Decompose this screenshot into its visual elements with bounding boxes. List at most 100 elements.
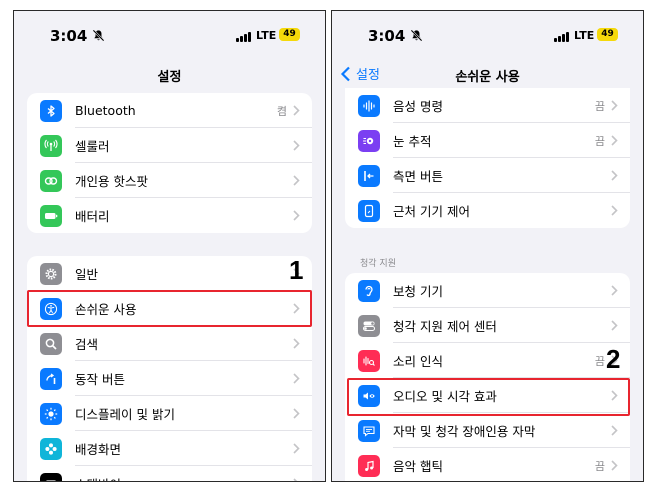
settings-item-action-button[interactable]: 동작 버튼 <box>27 361 312 396</box>
settings-item-hearing-devices[interactable]: 보청 기기 <box>345 273 630 308</box>
cellular-icon <box>40 134 62 157</box>
chevron-right-icon <box>293 373 300 384</box>
settings-item-wallpaper[interactable]: 배경화면 <box>27 431 312 466</box>
settings-item-cellular[interactable]: 셀룰러 <box>27 128 312 163</box>
ear-icon <box>358 279 380 302</box>
search-icon <box>40 332 62 355</box>
settings-item-label: 음성 명령 <box>393 99 443 114</box>
settings-item-value: 켬 <box>276 104 287 118</box>
settings-item-label: 동작 버튼 <box>75 372 125 387</box>
chevron-right-icon <box>611 170 618 181</box>
settings-item-label: 오디오 및 시각 효과 <box>393 389 497 404</box>
settings-item-value: 끔 <box>594 134 605 148</box>
settings-item-hotspot[interactable]: 개인용 핫스팟 <box>27 163 312 198</box>
settings-item-label: 측면 버튼 <box>393 169 443 184</box>
audio-visual-icon <box>358 384 380 407</box>
cellular-signal-icon <box>236 32 252 42</box>
battery-level: 49 <box>597 28 618 41</box>
settings-item-label: 음악 햅틱 <box>393 459 443 474</box>
chevron-right-icon <box>293 105 300 116</box>
chevron-right-icon <box>293 478 298 481</box>
settings-item-label: 청각 지원 제어 센터 <box>393 319 497 334</box>
settings-item-label: 일반 <box>75 267 99 282</box>
status-bar: 3:04 LTE 49 <box>14 11 325 57</box>
chevron-right-icon <box>611 390 618 401</box>
settings-item-label: 배터리 <box>75 209 110 224</box>
step-number: 2 <box>606 344 621 374</box>
settings-item-value: 끔 <box>594 99 605 113</box>
status-time: 3:04 <box>50 27 88 45</box>
settings-item-music-haptics[interactable]: 음악 햅틱 끔 <box>345 448 630 481</box>
chevron-right-icon <box>611 205 618 216</box>
sound-recognition-icon <box>358 349 380 372</box>
hotspot-icon <box>40 169 62 192</box>
settings-item-general[interactable]: 일반 <box>27 256 312 291</box>
standby-icon <box>40 472 62 481</box>
settings-screen: 3:04 LTE 49 설정 Bluetooth 켬 셀룰러 개인용 핫스팟 배… <box>13 10 326 482</box>
settings-item-label: 배경화면 <box>75 442 122 457</box>
nav-bar: 설정 손쉬운 사용 <box>332 61 643 87</box>
settings-item-accessibility[interactable]: 손쉬운 사용 <box>27 291 312 326</box>
chevron-right-icon <box>293 140 300 151</box>
settings-item-subtitles[interactable]: 자막 및 청각 장애인용 자막 <box>345 413 630 448</box>
settings-item-label: 근처 기기 제어 <box>393 204 470 219</box>
chevron-right-icon <box>293 303 300 314</box>
wallpaper-icon <box>40 437 62 460</box>
music-haptics-icon <box>358 454 380 477</box>
settings-group-interaction: 음성 명령 끔 눈 추적 끔 측면 버튼 근처 기기 제어 <box>345 88 630 228</box>
bluetooth-icon <box>40 99 62 122</box>
battery-icon <box>40 204 62 227</box>
nav-bar: 설정 <box>14 61 325 87</box>
sun-icon <box>40 402 62 425</box>
settings-group-connectivity: Bluetooth 켬 셀룰러 개인용 핫스팟 배터리 <box>27 93 312 233</box>
settings-item-label: 눈 추적 <box>393 134 432 149</box>
action-button-icon <box>40 367 62 390</box>
page-title: 설정 <box>157 70 182 85</box>
settings-item-battery[interactable]: 배터리 <box>27 198 312 233</box>
settings-item-sound-recognition[interactable]: 소리 인식 끔 <box>345 343 630 378</box>
toggles-icon <box>358 314 380 337</box>
settings-group-general: 일반 손쉬운 사용 검색 동작 버튼 디스플레이 및 밝기 배경화면 <box>27 256 312 481</box>
settings-item-audio-visual[interactable]: 오디오 및 시각 효과 <box>345 378 630 413</box>
chevron-right-icon <box>611 320 618 331</box>
chevron-right-icon <box>611 135 618 146</box>
status-bar: 3:04 LTE 49 <box>332 11 643 57</box>
chevron-right-icon <box>293 408 300 419</box>
settings-item-side-button[interactable]: 측면 버튼 <box>345 158 630 193</box>
settings-item-value: 끔 <box>594 459 605 473</box>
settings-item-standby[interactable]: 스탠바이 <box>27 466 312 481</box>
bell-slash-icon <box>410 29 423 42</box>
battery-level: 49 <box>279 28 300 41</box>
settings-item-label: 소리 인식 <box>393 354 443 369</box>
network-type: LTE <box>574 29 595 42</box>
cellular-signal-icon <box>554 32 570 42</box>
accessibility-icon <box>40 297 62 320</box>
settings-item-hearing-control-center[interactable]: 청각 지원 제어 센터 <box>345 308 630 343</box>
settings-item-label: 스탠바이 <box>75 474 293 481</box>
settings-item-label: 개인용 핫스팟 <box>75 174 148 189</box>
settings-item-label: 검색 <box>75 337 99 352</box>
settings-group-hearing: 보청 기기 청각 지원 제어 센터 소리 인식 끔 오디오 및 시각 효과 자막… <box>345 273 630 481</box>
settings-item-bluetooth[interactable]: Bluetooth 켬 <box>27 93 312 128</box>
settings-item-label: 보청 기기 <box>393 284 443 299</box>
settings-item-label: 디스플레이 및 밝기 <box>75 407 175 422</box>
settings-item-display[interactable]: 디스플레이 및 밝기 <box>27 396 312 431</box>
nearby-devices-icon <box>358 199 380 222</box>
chevron-right-icon <box>293 338 300 349</box>
status-time: 3:04 <box>368 27 406 45</box>
side-button-icon <box>358 164 380 187</box>
bell-slash-icon <box>92 29 105 42</box>
settings-item-eye-tracking[interactable]: 눈 추적 끔 <box>345 123 630 158</box>
chevron-right-icon <box>293 210 300 221</box>
chevron-right-icon <box>293 175 300 186</box>
settings-item-label: 손쉬운 사용 <box>75 302 137 317</box>
chevron-right-icon <box>611 425 618 436</box>
settings-item-voice-control[interactable]: 음성 명령 끔 <box>345 88 630 123</box>
settings-item-label: 자막 및 청각 장애인용 자막 <box>393 424 536 439</box>
network-type: LTE <box>256 29 277 42</box>
settings-item-nearby-devices[interactable]: 근처 기기 제어 <box>345 193 630 228</box>
settings-item-label: Bluetooth <box>75 103 136 118</box>
chevron-right-icon <box>611 100 618 111</box>
chevron-right-icon <box>611 460 618 471</box>
settings-item-search[interactable]: 검색 <box>27 326 312 361</box>
